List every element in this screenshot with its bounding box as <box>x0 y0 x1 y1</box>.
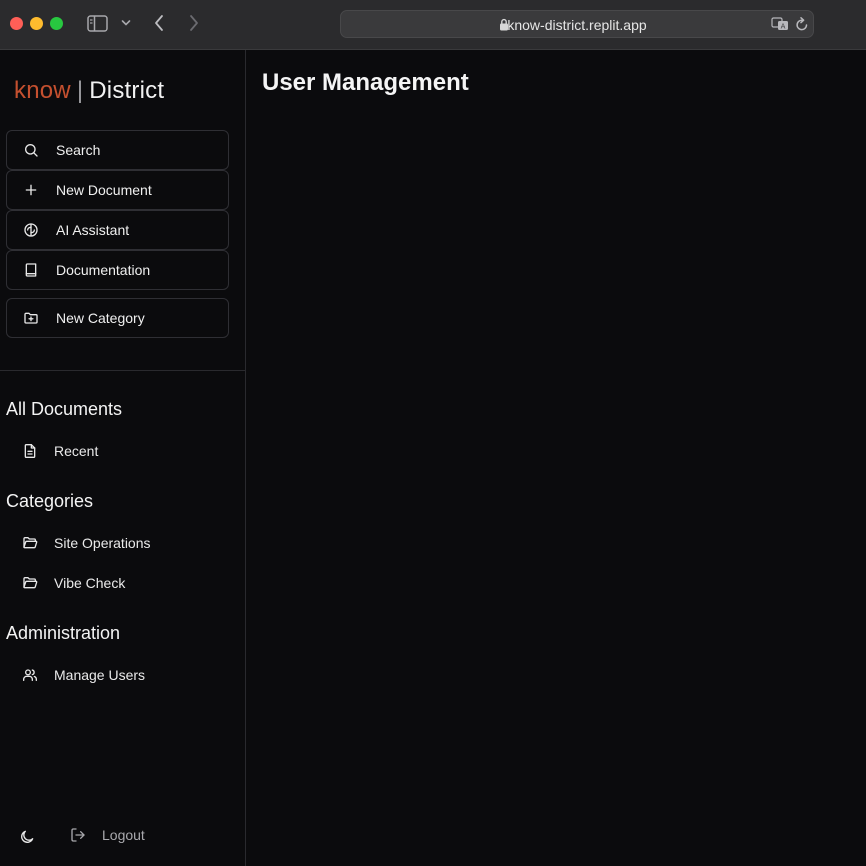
sidebar-toggle-icon[interactable] <box>87 15 108 32</box>
forward-icon[interactable] <box>188 14 200 32</box>
sidebar: know | District Search New Document AI Ass… <box>0 50 246 866</box>
url-text: know-district.replit.app <box>507 17 647 33</box>
page-title: User Management <box>262 69 469 96</box>
folder-open-icon <box>22 535 38 551</box>
close-window-button[interactable] <box>10 17 23 30</box>
search-button[interactable]: Search <box>6 130 229 170</box>
chevron-down-icon[interactable] <box>121 19 131 27</box>
svg-text:A: A <box>781 23 786 31</box>
reload-icon[interactable] <box>795 17 809 32</box>
logout-label: Logout <box>102 827 145 843</box>
new-category-button-label: New Category <box>56 310 145 326</box>
brand-know: know <box>14 77 71 104</box>
new-document-button[interactable]: New Document <box>6 170 229 210</box>
users-icon <box>22 667 38 683</box>
folder-plus-icon <box>23 310 39 326</box>
browser-toolbar: know-district.replit.app A <box>0 0 866 50</box>
logout-icon <box>70 827 86 843</box>
search-icon <box>23 142 39 158</box>
sidebar-item-label: Manage Users <box>54 667 146 683</box>
brand-district: District <box>89 77 165 104</box>
sidebar-item-vibe-check[interactable]: Vibe Check <box>22 573 125 593</box>
minimize-window-button[interactable] <box>30 17 43 30</box>
file-text-icon <box>22 443 38 459</box>
all-documents-heading: All Documents <box>6 399 123 419</box>
new-category-button[interactable]: New Category <box>6 298 229 338</box>
sidebar-item-manage-users[interactable]: Manage Users <box>22 665 145 685</box>
ai-assistant-button[interactable]: AI Assistant <box>6 210 229 250</box>
address-bar[interactable]: know-district.replit.app A <box>340 10 814 38</box>
categories-heading: Categories <box>6 491 94 511</box>
sidebar-item-label: Recent <box>54 443 99 459</box>
folder-open-icon <box>22 575 38 591</box>
brain-icon <box>23 222 39 238</box>
documentation-button[interactable]: Documentation <box>6 250 229 290</box>
documentation-button-label: Documentation <box>56 262 151 278</box>
theme-toggle-button[interactable] <box>18 828 36 846</box>
sidebar-divider <box>0 370 245 371</box>
translate-icon[interactable]: A <box>771 17 789 31</box>
plus-icon <box>23 182 39 198</box>
logout-button[interactable]: Logout <box>70 827 145 843</box>
brand-logo[interactable]: know | District <box>14 77 164 105</box>
brand-separator: | <box>76 77 84 104</box>
moon-icon <box>19 829 35 845</box>
administration-heading: Administration <box>6 623 121 643</box>
back-icon[interactable] <box>153 14 165 32</box>
book-icon <box>23 262 39 278</box>
new-document-button-label: New Document <box>56 182 152 198</box>
sidebar-item-site-operations[interactable]: Site Operations <box>22 533 151 553</box>
zoom-window-button[interactable] <box>50 17 63 30</box>
main-content: User Management <box>246 50 866 866</box>
sidebar-item-label: Site Operations <box>54 535 151 551</box>
sidebar-item-label: Vibe Check <box>54 575 126 591</box>
ai-assistant-button-label: AI Assistant <box>56 222 130 238</box>
sidebar-item-recent[interactable]: Recent <box>22 441 98 461</box>
search-button-label: Search <box>56 142 101 158</box>
